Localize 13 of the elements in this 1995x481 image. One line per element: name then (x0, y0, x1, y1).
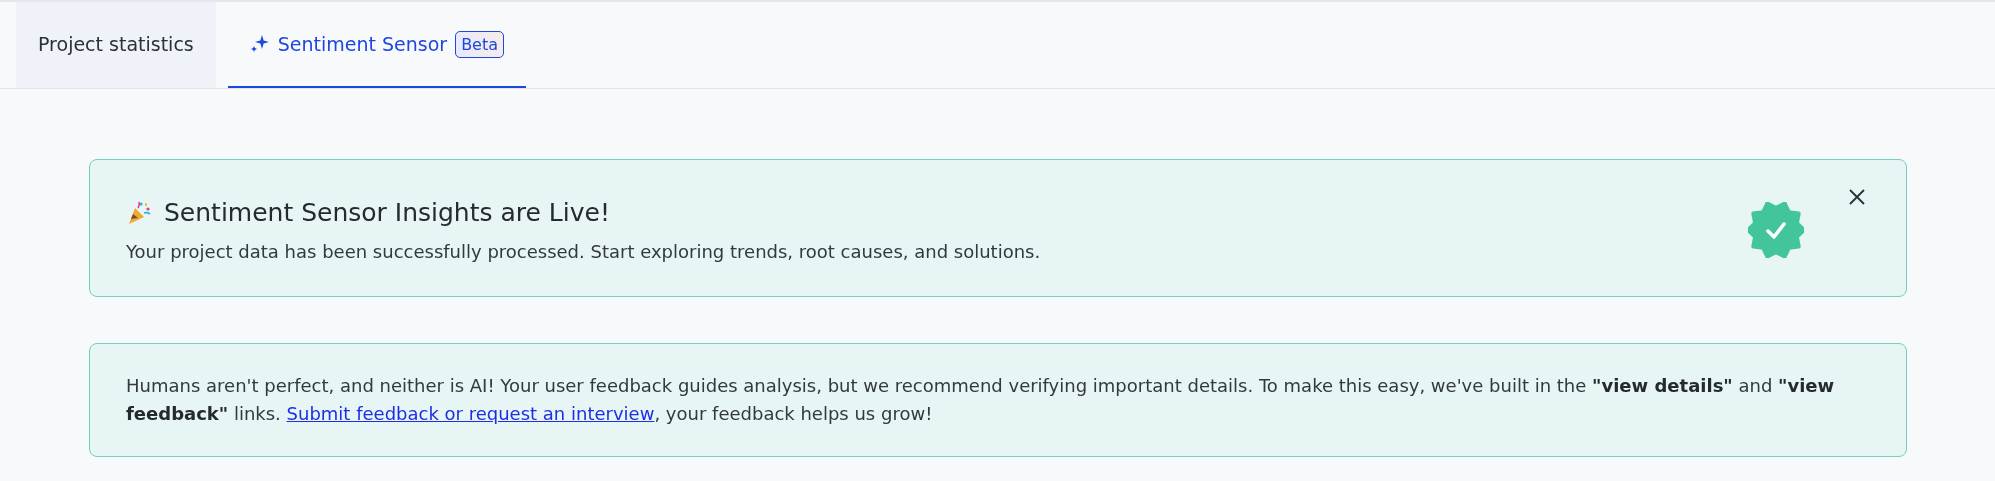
beta-badge: Beta (455, 30, 505, 58)
tab-label: Project statistics (38, 33, 194, 55)
notice-text: Humans aren't perfect, and neither is AI! Your user feedback guides analysis, but we recommend verifying important details. To make this easy, we've built in the "view details" and "view feedback" links. Submit feedback or request an interview, your feedback helps us grow! (126, 374, 1836, 426)
party-popper-icon (126, 199, 152, 226)
tab[interactable]: Project statistics (16, 2, 216, 88)
feedback-link[interactable]: Submit feedback or request an interview (286, 402, 655, 424)
tab-label: Sentiment Sensor (277, 33, 448, 55)
verified-badge-icon (1748, 202, 1804, 258)
banner-title: Sentiment Sensor Insights are Live! (164, 198, 610, 227)
banner-message: Your project data has been successfully processed. Start exploring trends, root causes, and solutions. (126, 241, 1042, 262)
sparkle-icon (249, 34, 270, 54)
close-icon (1848, 188, 1866, 206)
tab[interactable]: Sentiment Sensor Beta (227, 2, 527, 88)
